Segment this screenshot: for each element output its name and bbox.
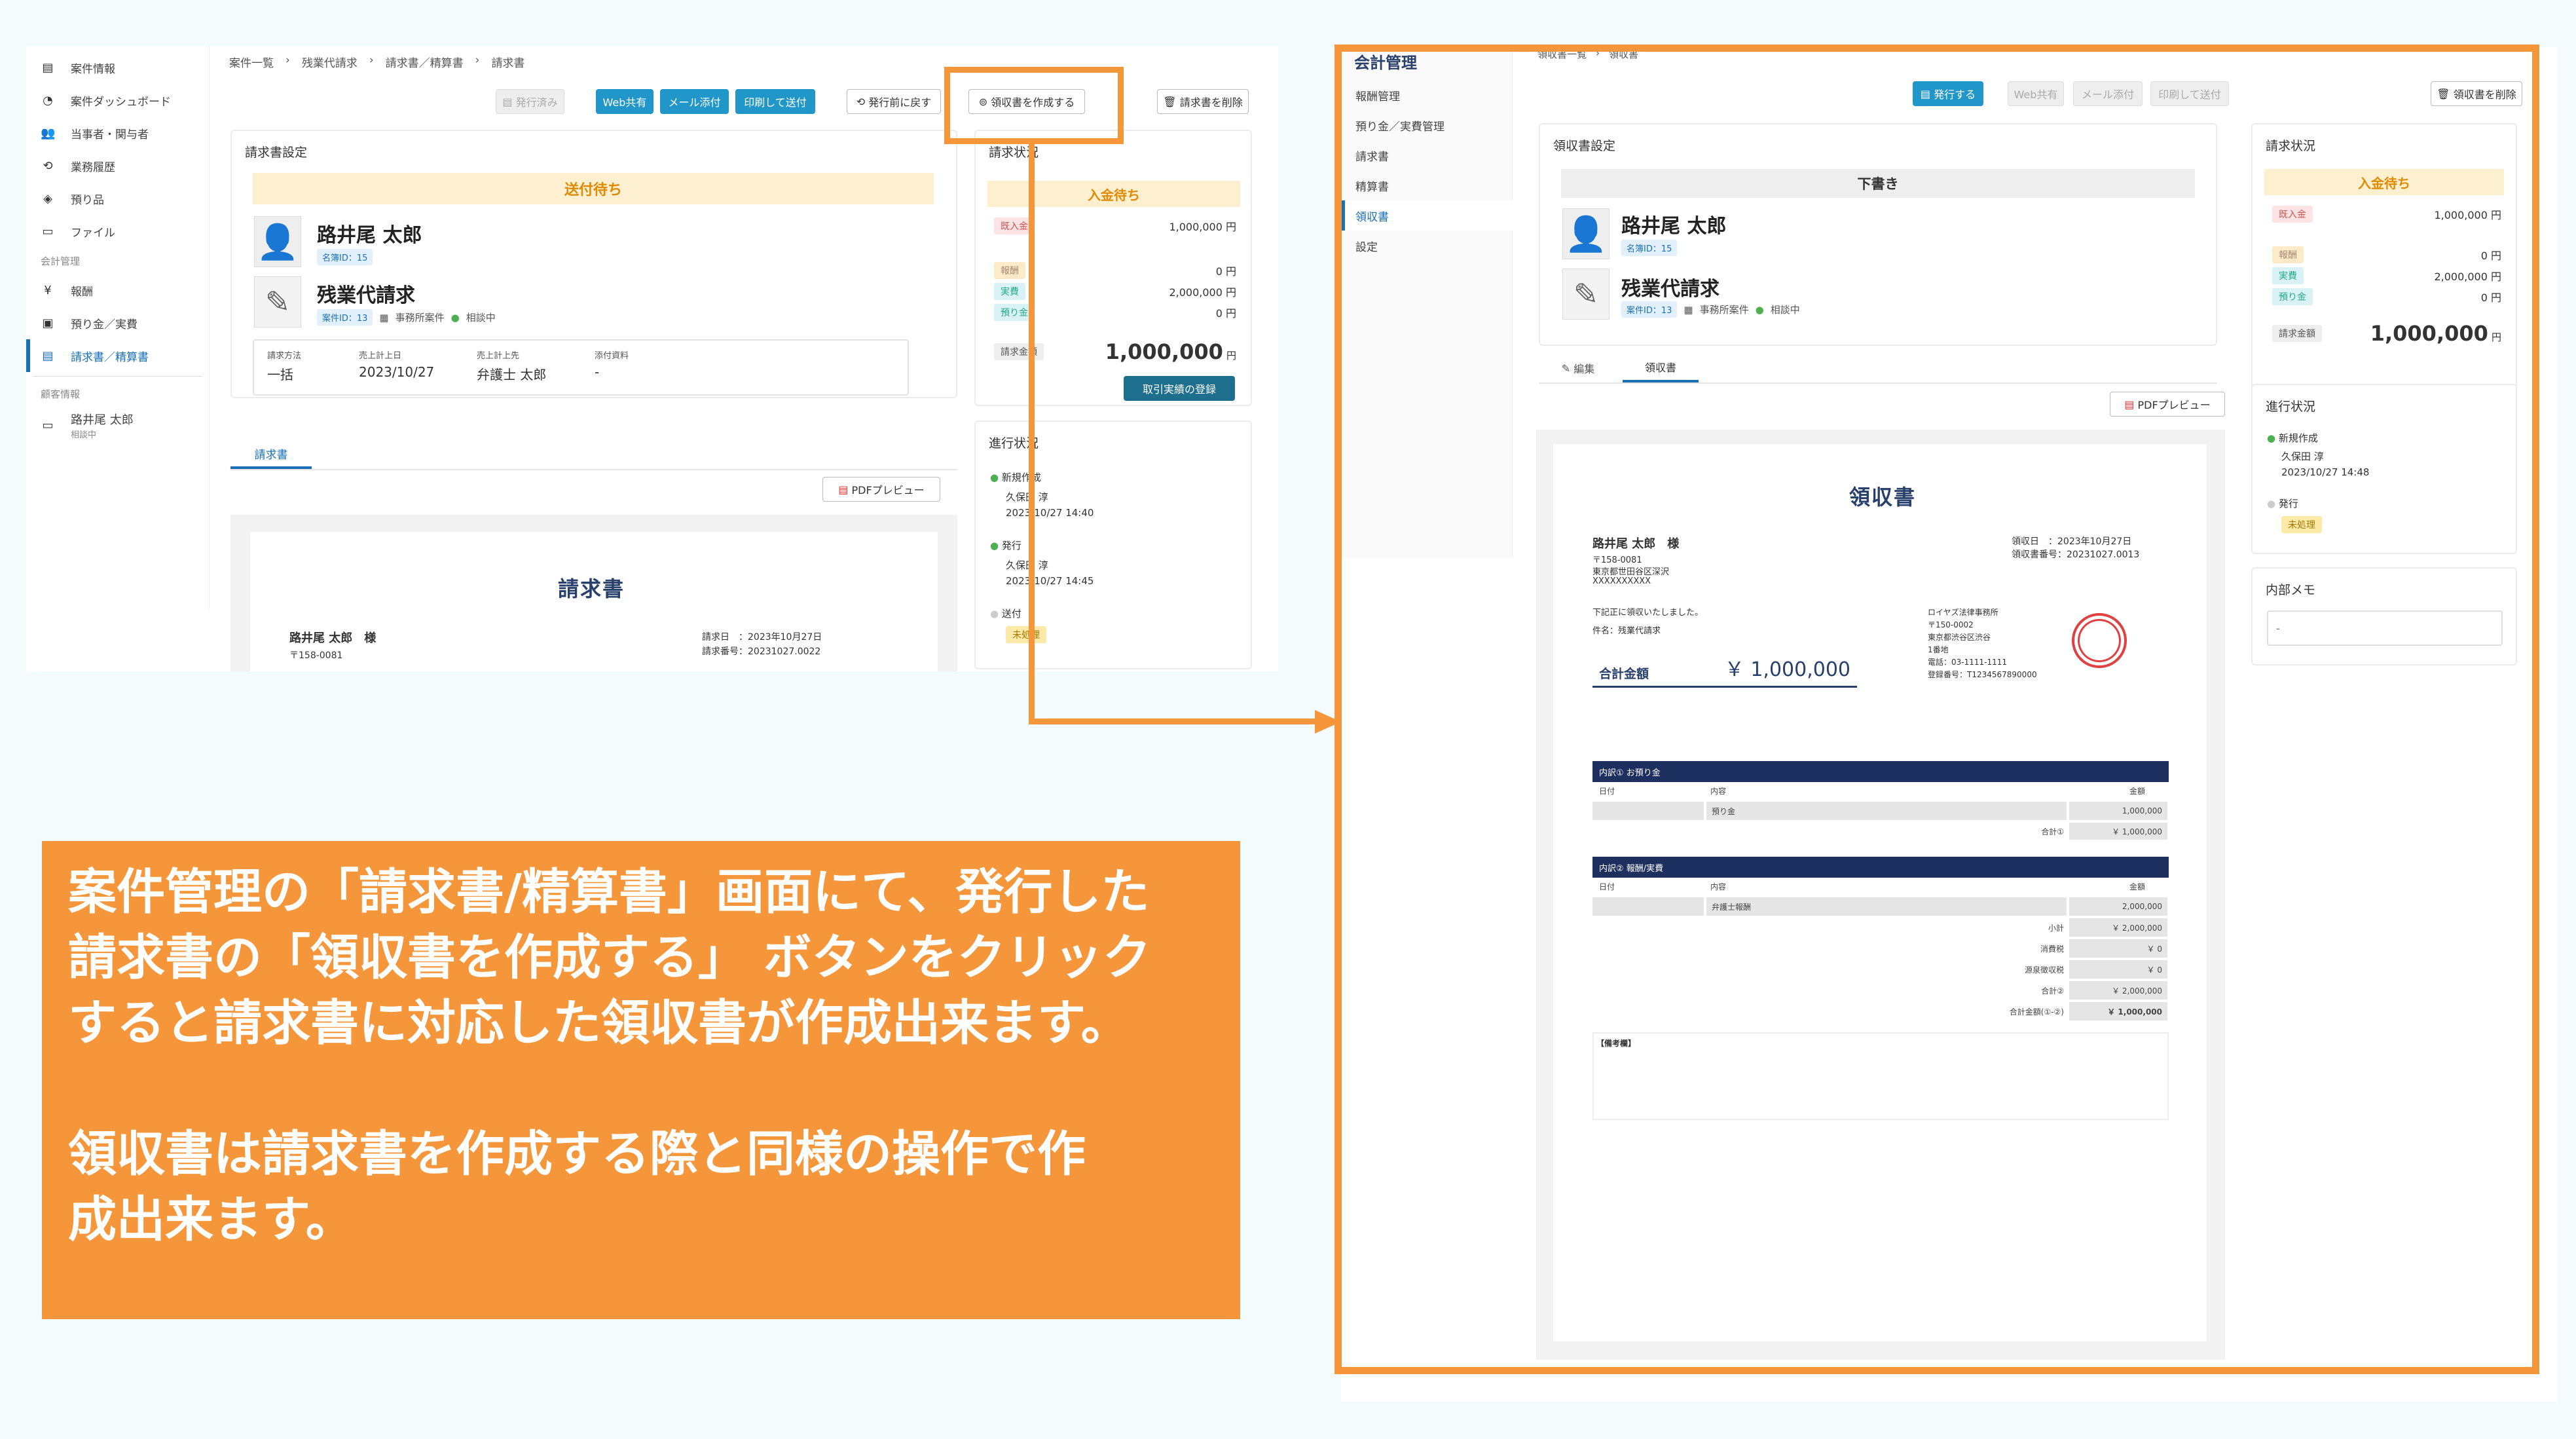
yen-icon: ¥ [44, 283, 52, 297]
tab-invoice[interactable]: 請求書 [230, 440, 312, 469]
left-sidebar: ▤ 案件情報 ◔ 案件ダッシュボード 👥 当事者・関与者 ⟲ 業務履歴 ◈ 預り品 ▭ ファ… [26, 46, 210, 609]
sidebar-item-case-info[interactable]: ▤ 案件情報 [26, 51, 209, 84]
case-icon: ✎ [254, 276, 301, 327]
check-icon: ● [990, 472, 999, 483]
received-value: 1,000,000 円 [1169, 221, 1236, 233]
doc-icon: ▤ [502, 95, 516, 108]
sidebar-section-client: 顧客情報 [41, 388, 81, 400]
payment-status-band: 入金待ち [987, 181, 1240, 207]
pdf-preview-button[interactable]: ▤ PDFプレビュー [822, 477, 940, 502]
invoice-fields-box: 請求方法 一括 売上計上日 2023/10/27 売上計上先 弁護士 太郎 添付… [253, 339, 909, 396]
folder-icon: ▭ [42, 224, 54, 238]
building-icon: ▦ [379, 311, 389, 324]
panel-title: 請求書設定 [245, 145, 308, 160]
sidebar-item-invoices[interactable]: ▤ 請求書／精算書 [26, 339, 209, 372]
invoice-preview-area: 請求書 路井尾 太郎 様 〒158-0081 請求日 ：2023年10月27日 … [230, 515, 957, 671]
invoice-doc-title: 請求書 [558, 576, 625, 601]
trash-icon: 🗑 [1163, 95, 1180, 108]
callout-line3: すると請求書に対応した領収書が作成出来ます。 [68, 995, 1130, 1051]
pending-dot-icon: ● [990, 608, 999, 620]
sidebar-item-fees[interactable]: ¥ 報酬 [26, 274, 209, 307]
sidebar-item-deposit-expense[interactable]: ▣ 預り金／実費 [26, 307, 209, 339]
dashboard-icon: ◔ [43, 93, 53, 107]
sidebar-section-accounting: 会計管理 [41, 255, 81, 267]
callout-box: 案件管理の「請求書/精算書」画面にて、発行した 請求書の「領収書を作成する」 ボ… [42, 841, 1240, 1319]
total-amount: 1,000,000 [1105, 339, 1223, 364]
history-icon: ⟲ [43, 159, 53, 173]
status-dot-icon: ● [451, 311, 460, 324]
pdf-icon: ▤ [838, 483, 852, 496]
case-id-tag: 案件ID：13 [317, 309, 373, 326]
people-icon: 👥 [41, 126, 56, 140]
sidebar-item-parties[interactable]: 👥 当事者・関与者 [26, 117, 209, 149]
case-name[interactable]: 残業代請求 [317, 279, 415, 308]
mail-attach-button[interactable]: メール添付 [660, 89, 729, 114]
undo-icon: ⟲ [856, 95, 869, 108]
callout-line5: 成出来ます。 [68, 1191, 354, 1248]
connector-vertical [1029, 144, 1035, 723]
invoice-status-panel: 請求状況 入金待ち 既入金 1,000,000 円 報酬 0 円 実費 2,00… [974, 130, 1252, 406]
connector-horizontal [1029, 719, 1317, 724]
person-name[interactable]: 路井尾 太郎 [317, 219, 422, 248]
sidebar-item-history[interactable]: ⟲ 業務履歴 [26, 149, 209, 182]
avatar: 👤 [254, 216, 301, 267]
callout-line4: 領収書は請求書を作成する際と同様の操作で作 [68, 1126, 1086, 1182]
sidebar-item-deposits[interactable]: ◈ 預り品 [26, 182, 209, 215]
delete-invoice-button[interactable]: 🗑 請求書を削除 [1157, 89, 1249, 114]
progress-panel: 進行状況 ● 新規作成 久保田 淳 2023/10/27 14:40 ● 発行 … [974, 420, 1252, 669]
person-id-tag: 名簿ID：15 [317, 249, 373, 265]
revert-button[interactable]: ⟲ 発行前に戻す [847, 89, 941, 114]
invoice-settings-panel: 請求書設定 送付待ち 👤 路井尾 太郎 名簿ID：15 ✎ 残業代請求 案件ID… [230, 130, 957, 398]
sidebar-client[interactable]: ▭ 路井尾 太郎 相談中 [26, 407, 209, 443]
left-breadcrumb: 案件一覧 › 残業代請求 › 請求書／精算書 › 請求書 [229, 54, 525, 70]
right-window-highlight-frame [1334, 45, 2539, 1374]
callout-line2: 請求書の「領収書を作成する」 ボタンをクリック [68, 929, 1151, 986]
invoice-icon: ▤ [42, 348, 54, 363]
deposit-icon: ▣ [42, 316, 54, 330]
box-icon: ◈ [43, 191, 52, 206]
sidebar-item-files[interactable]: ▭ ファイル [26, 215, 209, 248]
check-icon: ● [990, 540, 999, 551]
print-send-button[interactable]: 印刷して送付 [735, 89, 815, 114]
sidebar-item-dashboard[interactable]: ◔ 案件ダッシュボード [26, 84, 209, 117]
highlight-box [944, 67, 1124, 144]
status-band: 送付待ち [253, 173, 934, 204]
register-transaction-button[interactable]: 取引実績の登録 [1124, 376, 1235, 401]
web-share-button[interactable]: Web共有 [596, 89, 653, 114]
id-card-icon: ▭ [42, 418, 54, 432]
issued-button: ▤ 発行済み [496, 89, 564, 114]
document-icon: ▤ [42, 60, 54, 75]
callout-line1: 案件管理の「請求書/精算書」画面にて、発行した [68, 864, 1150, 920]
